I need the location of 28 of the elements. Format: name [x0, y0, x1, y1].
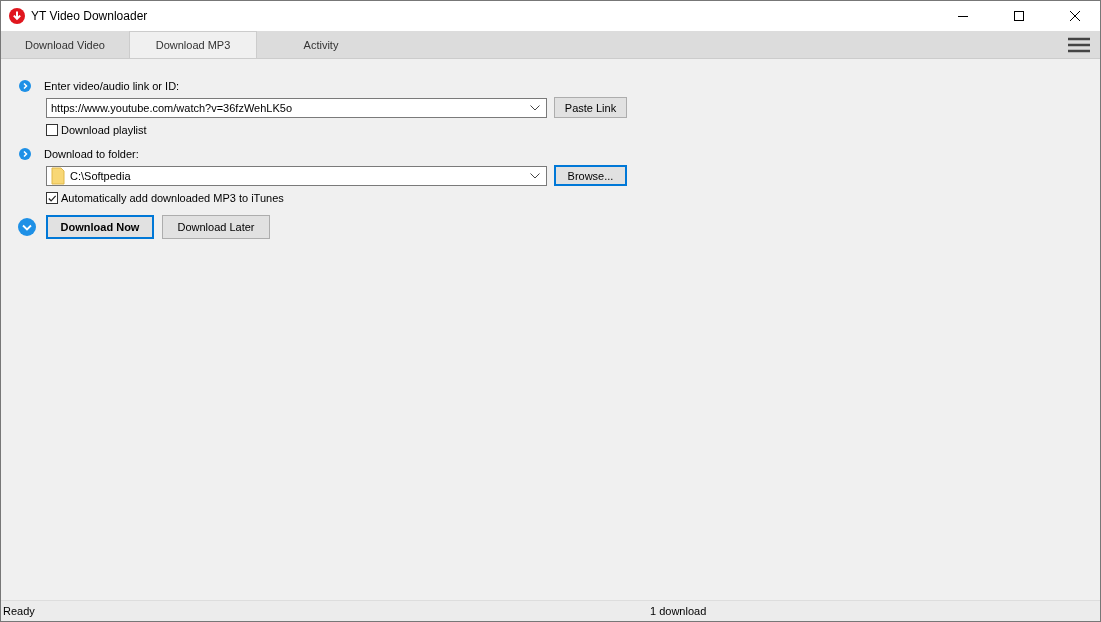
dropdown-chevron-icon[interactable] [530, 104, 540, 111]
close-icon[interactable] [1070, 11, 1080, 21]
status-text: Ready [3, 605, 35, 617]
maximize-icon[interactable] [1014, 11, 1024, 21]
download-arrow-icon [9, 8, 25, 24]
folder-combobox[interactable]: C:\Softpedia [46, 165, 547, 186]
dropdown-chevron-icon[interactable] [530, 172, 540, 179]
field-label: Download to folder: [44, 148, 139, 160]
paste-link-button[interactable]: Paste Link [554, 97, 627, 118]
window-title: YT Video Downloader [31, 9, 148, 23]
link-combobox[interactable]: https://www.youtube.com/watch?v=36fzWehLK5o [46, 97, 547, 118]
status-text: 1 download [650, 605, 707, 617]
checkbox-label: Automatically add downloaded MP3 to iTunes [61, 192, 284, 204]
checkbox[interactable] [46, 192, 58, 204]
tab[interactable]: Download MP3 [129, 31, 257, 58]
chevron-right-icon [19, 80, 31, 92]
menu-icon[interactable] [1068, 36, 1090, 53]
browse-button[interactable]: Browse... [554, 165, 627, 186]
tab[interactable]: Download Video [1, 31, 129, 58]
field-label: Enter video/audio link or ID: [44, 80, 180, 92]
download-button[interactable]: Download Now [46, 215, 154, 239]
download-button[interactable]: Download Later [162, 215, 270, 239]
checkbox[interactable] [46, 124, 58, 136]
tab[interactable]: Activity [257, 31, 385, 58]
checkbox-label: Download playlist [61, 124, 147, 136]
chevron-down-icon [18, 218, 36, 236]
chevron-right-icon [19, 148, 31, 160]
folder-icon [51, 166, 65, 185]
